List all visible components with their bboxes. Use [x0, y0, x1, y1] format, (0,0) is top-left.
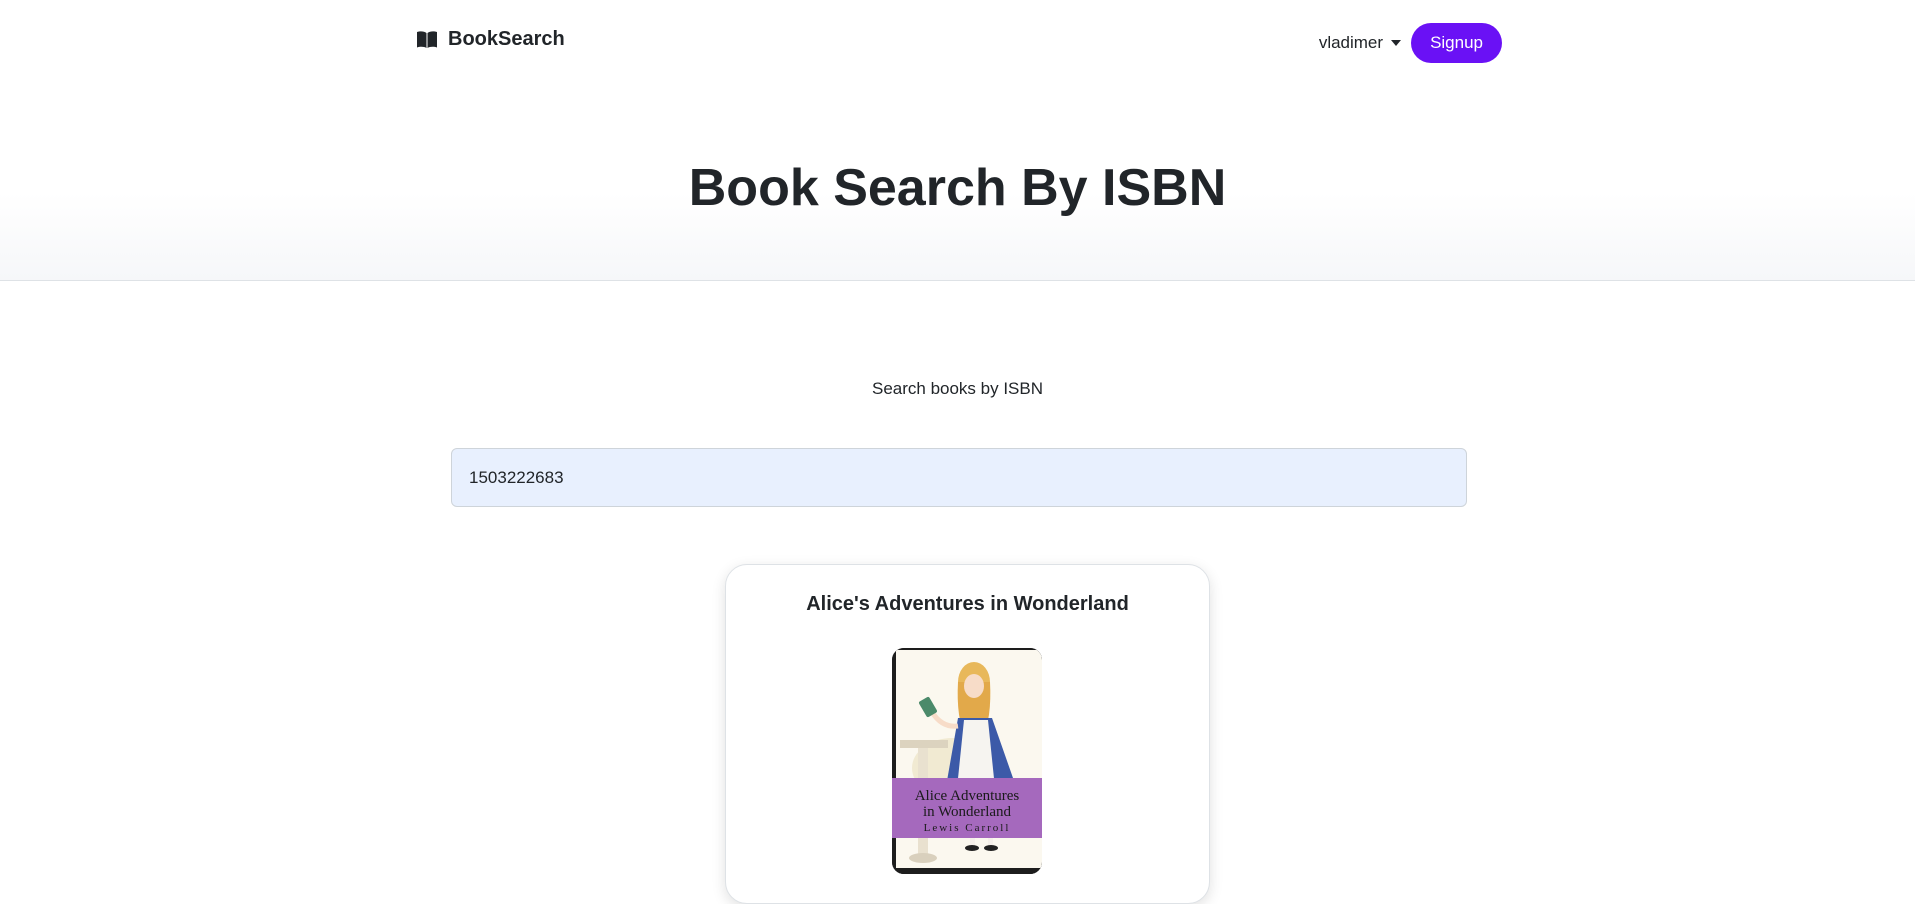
hero-section: Book Search By ISBN: [0, 86, 1915, 281]
brand-name: BookSearch: [448, 28, 565, 50]
open-book-icon: [416, 30, 438, 49]
caret-down-icon: [1391, 40, 1402, 46]
book-cover-image: Alice Adventures in Wonderland Lewis Car…: [892, 648, 1042, 874]
isbn-search-input[interactable]: [451, 448, 1467, 507]
page-title: Book Search By ISBN: [688, 159, 1227, 217]
username: vladimer: [1318, 33, 1384, 52]
navbar: BookSearch vladimer Signup: [0, 0, 1915, 86]
user-dropdown[interactable]: vladimer: [1318, 33, 1402, 53]
cover-author: Lewis Carroll: [924, 822, 1011, 834]
nav-right: vladimer Signup: [1319, 23, 1502, 63]
cover-title-line1: Alice Adventures: [915, 788, 1020, 804]
search-label: Search books by ISBN: [871, 379, 1044, 398]
book-title: Alice's Adventures in Wonderland: [806, 593, 1129, 615]
book-result-card[interactable]: Alice's Adventures in Wonderland Alice A…: [725, 564, 1210, 904]
cover-title-line2: in Wonderland: [923, 804, 1012, 820]
signup-button[interactable]: Signup: [1411, 23, 1502, 63]
brand-link[interactable]: BookSearch: [416, 28, 565, 51]
